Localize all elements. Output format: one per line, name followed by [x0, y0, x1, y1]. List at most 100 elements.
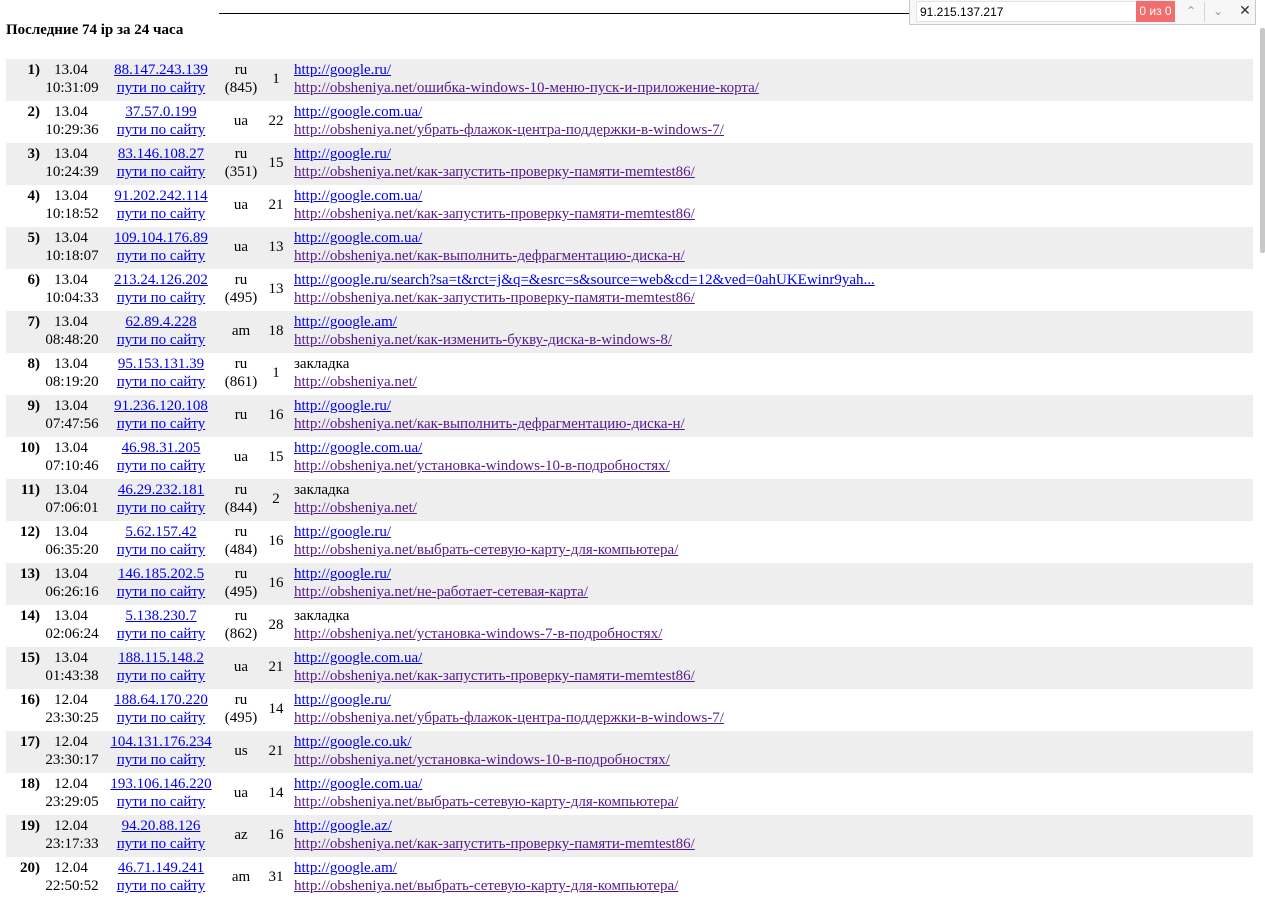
ip-link[interactable]: 83.146.108.27 [106, 145, 216, 163]
find-divider [1204, 2, 1205, 22]
row-number: 14) [20, 608, 40, 624]
site-paths-link[interactable]: пути по сайту [106, 247, 216, 265]
landing-page-link[interactable]: http://obsheniya.net/установка-windows-7… [294, 625, 662, 643]
find-input[interactable] [916, 1, 1138, 22]
site-paths-link[interactable]: пути по сайту [106, 79, 216, 97]
row-number: 10) [20, 440, 40, 456]
landing-page-link[interactable]: http://obsheniya.net/выбрать-сетевую-кар… [294, 793, 678, 811]
ip-link[interactable]: 95.153.131.39 [106, 355, 216, 373]
ip-link[interactable]: 62.89.4.228 [106, 313, 216, 331]
visit-date: 13.04 [54, 314, 88, 330]
site-paths-link[interactable]: пути по сайту [106, 583, 216, 601]
ip-link[interactable]: 46.98.31.205 [106, 439, 216, 457]
landing-page-link[interactable]: http://obsheniya.net/установка-windows-1… [294, 751, 670, 769]
ip-link[interactable]: 188.64.170.220 [106, 691, 216, 709]
referrer-link[interactable]: http://google.ru/ [294, 145, 391, 163]
landing-page-link[interactable]: http://obsheniya.net/ [294, 373, 417, 391]
referrer-link[interactable]: http://google.com.ua/ [294, 187, 422, 205]
ip-link[interactable]: 46.29.232.181 [106, 481, 216, 499]
referrer-link[interactable]: http://google.ru/ [294, 691, 391, 709]
referrer-link[interactable]: http://google.com.ua/ [294, 775, 422, 793]
landing-page-link[interactable]: http://obsheniya.net/ошибка-windows-10-м… [294, 79, 759, 97]
landing-page-link[interactable]: http://obsheniya.net/убрать-флажок-центр… [294, 709, 724, 727]
landing-page-link[interactable]: http://obsheniya.net/выбрать-сетевую-кар… [294, 541, 678, 559]
ip-link[interactable]: 91.236.120.108 [106, 397, 216, 415]
landing-page-link[interactable]: http://obsheniya.net/как-запустить-прове… [294, 667, 695, 685]
site-paths-link[interactable]: пути по сайту [106, 877, 216, 895]
referrer-link[interactable]: http://google.am/ [294, 859, 397, 877]
visit-date: 13.04 [54, 146, 88, 162]
table-row: 16) 12.04 23:30:25 188.64.170.220 пути по са… [6, 689, 1253, 731]
site-paths-link[interactable]: пути по сайту [106, 709, 216, 727]
phone-code: (844) [224, 500, 258, 516]
landing-page-link[interactable]: http://obsheniya.net/как-запустить-прове… [294, 289, 695, 307]
landing-page-link[interactable]: http://obsheniya.net/как-выполнить-дефра… [294, 247, 685, 265]
landing-page-link[interactable]: http://obsheniya.net/не-работает-сетевая… [294, 583, 588, 601]
ip-link[interactable]: 5.138.230.7 [106, 607, 216, 625]
site-paths-link[interactable]: пути по сайту [106, 541, 216, 559]
site-paths-link[interactable]: пути по сайту [106, 835, 216, 853]
country-code: ru [234, 146, 248, 162]
referrer-link[interactable]: http://google.ru/ [294, 397, 391, 415]
top-rule [219, 13, 911, 14]
landing-page-link[interactable]: http://obsheniya.net/выбрать-сетевую-кар… [294, 877, 678, 895]
ip-link[interactable]: 213.24.126.202 [106, 271, 216, 289]
find-close-button[interactable]: ✕ [1235, 1, 1255, 22]
ip-link[interactable]: 94.20.88.126 [106, 817, 216, 835]
landing-page-link[interactable]: http://obsheniya.net/как-изменить-букву-… [294, 331, 672, 349]
referrer-link[interactable]: http://google.com.ua/ [294, 229, 422, 247]
visit-time: 02:06:24 [45, 626, 99, 642]
ip-link[interactable]: 5.62.157.42 [106, 523, 216, 541]
site-paths-link[interactable]: пути по сайту [106, 289, 216, 307]
ip-link[interactable]: 104.131.176.234 [106, 733, 216, 751]
ip-link[interactable]: 109.104.176.89 [106, 229, 216, 247]
table-row: 4) 13.04 10:18:52 91.202.242.114 пути по сай… [6, 185, 1253, 227]
ip-link[interactable]: 46.71.149.241 [106, 859, 216, 877]
referrer-link[interactable]: http://google.az/ [294, 817, 392, 835]
ip-link[interactable]: 88.147.243.139 [106, 61, 216, 79]
referrer-link[interactable]: http://google.com.ua/ [294, 649, 422, 667]
visit-time: 10:29:36 [45, 122, 99, 138]
ip-link[interactable]: 188.115.148.2 [106, 649, 216, 667]
referrer-link[interactable]: http://google.com.ua/ [294, 439, 422, 457]
landing-page-link[interactable]: http://obsheniya.net/убрать-флажок-центр… [294, 121, 724, 139]
site-paths-link[interactable]: пути по сайту [106, 331, 216, 349]
site-paths-link[interactable]: пути по сайту [106, 625, 216, 643]
site-paths-link[interactable]: пути по сайту [106, 205, 216, 223]
find-previous-button[interactable]: ⌃ [1179, 1, 1203, 22]
referrer-link[interactable]: http://google.com.ua/ [294, 103, 422, 121]
referrer-link[interactable]: http://google.co.uk/ [294, 733, 412, 751]
site-paths-link[interactable]: пути по сайту [106, 457, 216, 475]
referrer-link[interactable]: http://google.ru/search?sa=t&rct=j&q=&es… [294, 271, 875, 289]
site-paths-link[interactable]: пути по сайту [106, 499, 216, 517]
site-paths-link[interactable]: пути по сайту [106, 415, 216, 433]
site-paths-link[interactable]: пути по сайту [106, 667, 216, 685]
country-code: ru [234, 608, 248, 624]
referrer-link[interactable]: http://google.ru/ [294, 565, 391, 583]
site-paths-link[interactable]: пути по сайту [106, 163, 216, 181]
country-code: ua [233, 113, 249, 129]
landing-page-link[interactable]: http://obsheniya.net/установка-windows-1… [294, 457, 670, 475]
chevron-down-icon: ⌄ [1212, 4, 1224, 18]
site-paths-link[interactable]: пути по сайту [106, 373, 216, 391]
ip-link[interactable]: 193.106.146.220 [106, 775, 216, 793]
visit-date: 12.04 [54, 734, 88, 750]
landing-page-link[interactable]: http://obsheniya.net/как-запустить-прове… [294, 835, 695, 853]
referrer-link[interactable]: http://google.am/ [294, 313, 397, 331]
landing-page-link[interactable]: http://obsheniya.net/как-выполнить-дефра… [294, 415, 685, 433]
landing-page-link[interactable]: http://obsheniya.net/как-запустить-прове… [294, 163, 695, 181]
ip-link[interactable]: 91.202.242.114 [106, 187, 216, 205]
site-paths-link[interactable]: пути по сайту [106, 793, 216, 811]
visit-date: 12.04 [54, 860, 88, 876]
ip-link[interactable]: 146.185.202.5 [106, 565, 216, 583]
referrer-link[interactable]: http://google.ru/ [294, 61, 391, 79]
site-paths-link[interactable]: пути по сайту [106, 751, 216, 769]
referrer-link[interactable]: http://google.ru/ [294, 523, 391, 541]
scrollbar-thumb[interactable] [1260, 28, 1265, 253]
site-paths-link[interactable]: пути по сайту [106, 121, 216, 139]
find-next-button[interactable]: ⌄ [1206, 1, 1230, 22]
country-code: ru [234, 356, 248, 372]
landing-page-link[interactable]: http://obsheniya.net/ [294, 499, 417, 517]
landing-page-link[interactable]: http://obsheniya.net/как-запустить-прове… [294, 205, 695, 223]
ip-link[interactable]: 37.57.0.199 [106, 103, 216, 121]
